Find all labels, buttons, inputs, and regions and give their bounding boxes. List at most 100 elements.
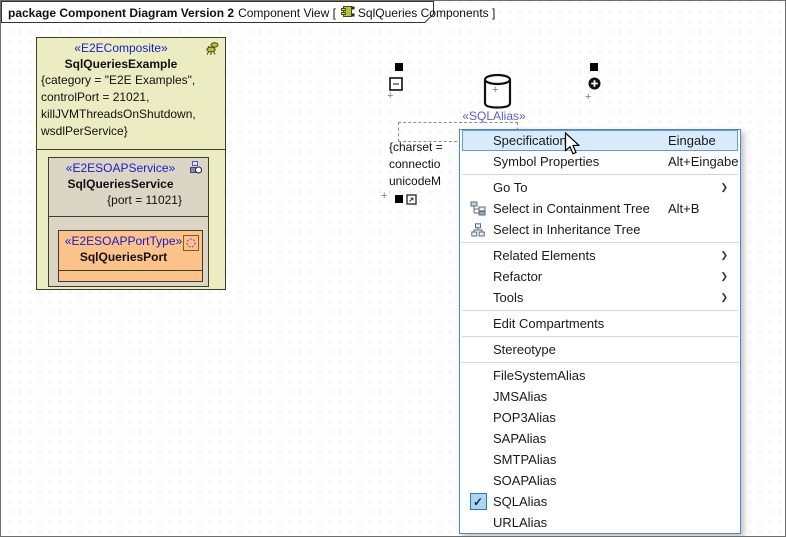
menu-item-gutter: ✓ [463, 429, 493, 448]
menu-item-label: Related Elements [493, 248, 596, 263]
sqlalias-stereotype: «SQLAlias» [448, 109, 540, 123]
menu-item-label: POP3Alias [493, 410, 556, 425]
menu-item-label: Specification [493, 133, 567, 148]
selection-handle[interactable] [395, 195, 403, 203]
menu-item-jmsalias[interactable]: ✓ JMSAlias ❯ [462, 386, 738, 407]
menu-item-tools[interactable]: ✓ Tools ❯ [462, 287, 738, 308]
menu-item-gutter: ✓ [463, 199, 493, 218]
menu-item-gutter: ✓ [463, 471, 493, 490]
menu-item-select-in-inheritance-tree[interactable]: ✓ Select in Inheritance Tree ❯ [462, 219, 738, 240]
menu-item-soapalias[interactable]: ✓ SOAPAlias ❯ [462, 470, 738, 491]
menu-item-label: SMTPAlias [493, 452, 556, 467]
sqlalias-properties: {charset = connectio unicodeM [389, 139, 443, 190]
port-type-icon [183, 235, 199, 256]
menu-item-label: SOAPAlias [493, 473, 556, 488]
component-diagram-icon [340, 4, 355, 22]
menu-item-select-in-containment-tree[interactable]: ✓ Select in Containment Tree Alt+B ❯ [462, 198, 738, 219]
menu-item-label: SAPAlias [493, 431, 546, 446]
menu-item-label: URLAlias [493, 515, 547, 530]
menu-item-gutter: ✓ [463, 492, 493, 511]
menu-item-gutter: ✓ [463, 450, 493, 469]
component-sqlqueriesport[interactable]: «E2ESOAPPortType» SqlQueriesPort [58, 230, 203, 282]
frame-package-label: package Component Diagram Version 2 [8, 6, 234, 20]
menu-item-gutter: ✓ [463, 513, 493, 532]
menu-item-gutter: ✓ [463, 246, 493, 265]
menu-item-label: Stereotype [493, 342, 556, 357]
submenu-arrow-icon: ❯ [720, 246, 728, 265]
composite-structure-icon [204, 41, 220, 62]
menu-item-symbol-properties[interactable]: ✓ Symbol Properties Alt+Eingabe ❯ [462, 151, 738, 172]
menu-item-label: Go To [493, 180, 527, 195]
menu-item-edit-compartments[interactable]: ✓ Edit Compartments ❯ [462, 313, 738, 334]
menu-item-gutter: ✓ [463, 152, 493, 171]
selection-handle[interactable] [395, 63, 403, 71]
menu-item-gutter: ✓ [463, 288, 493, 307]
submenu-arrow-icon: ❯ [720, 267, 728, 286]
menu-item-shortcut: Eingabe [668, 131, 716, 150]
mouse-cursor [564, 132, 582, 156]
menu-item-shortcut: Alt+B [668, 199, 699, 218]
compartment-divider [59, 270, 202, 271]
selection-marker: + [492, 85, 498, 96]
frame-diagram-name: SqlQueries Components [358, 6, 489, 20]
service-properties: {port = 11021} [49, 191, 208, 207]
menu-item-label: Tools [493, 290, 523, 305]
menu-item-label: Select in Containment Tree [493, 201, 650, 216]
sqlalias-properties-line: {charset = [389, 139, 443, 156]
sqlalias-properties-line: unicodeM [389, 173, 443, 190]
menu-item-gutter: ✓ [463, 408, 493, 427]
add-element-manipulator-icon[interactable] [588, 77, 601, 95]
menu-item-label: Edit Compartments [493, 316, 604, 331]
frame-bracket-close: ] [492, 6, 495, 20]
inheritance-tree-icon [471, 223, 485, 237]
port-type-name: SqlQueriesPort [59, 248, 202, 264]
composite-properties: {category = "E2E Examples", controlPort … [37, 71, 225, 141]
port-type-stereotype: «E2ESOAPPortType» [59, 231, 202, 248]
service-name: SqlQueriesService [49, 175, 208, 191]
context-menu: ✓ Specification Eingabe ❯ ✓ Symbol Prope… [459, 129, 741, 534]
menu-item-sapalias[interactable]: ✓ SAPAlias ❯ [462, 428, 738, 449]
menu-item-smtpalias[interactable]: ✓ SMTPAlias ❯ [462, 449, 738, 470]
menu-item-filesystemalias[interactable]: ✓ FileSystemAlias ❯ [462, 365, 738, 386]
menu-item-related-elements[interactable]: ✓ Related Elements ❯ [462, 245, 738, 266]
compartment-divider [37, 149, 225, 150]
menu-item-specification[interactable]: ✓ Specification Eingabe ❯ [462, 130, 738, 151]
menu-item-urlalias[interactable]: ✓ URLAlias ❯ [462, 512, 738, 533]
containment-tree-icon [470, 201, 486, 216]
menu-item-stereotype[interactable]: ✓ Stereotype ❯ [462, 339, 738, 360]
service-stereotype: «E2ESOAPService» [49, 158, 208, 175]
menu-item-label: JMSAlias [493, 389, 547, 404]
menu-item-label: FileSystemAlias [493, 368, 585, 383]
link-manipulator-icon[interactable] [406, 192, 417, 210]
menu-item-refactor[interactable]: ✓ Refactor ❯ [462, 266, 738, 287]
soap-service-icon [188, 160, 202, 180]
frame-title: package Component Diagram Version 2 Compo… [8, 4, 495, 22]
component-sqlqueriesexample[interactable]: «E2EComposite» SqlQueriesExample {catego… [36, 37, 226, 290]
menu-item-gutter: ✓ [463, 314, 493, 333]
diagram-frame-header[interactable]: package Component Diagram Version 2 Compo… [1, 1, 435, 24]
menu-item-label: Symbol Properties [493, 154, 599, 169]
compartments-manipulator-icon[interactable] [389, 77, 403, 96]
compartment-divider [49, 216, 208, 217]
frame-view-label: Component View [ [238, 6, 336, 20]
menu-item-gutter: ✓ [463, 267, 493, 286]
diagram-canvas[interactable]: package Component Diagram Version 2 Compo… [0, 0, 786, 537]
composite-name: SqlQueriesExample [37, 55, 225, 71]
component-sqlqueriesservice[interactable]: «E2ESOAPService» SqlQueriesService {port… [48, 157, 209, 287]
menu-item-label: Select in Inheritance Tree [493, 222, 640, 237]
menu-item-gutter: ✓ [463, 366, 493, 385]
menu-item-go-to[interactable]: ✓ Go To ❯ [462, 177, 738, 198]
selection-handle[interactable] [590, 63, 598, 71]
menu-item-label: Refactor [493, 269, 542, 284]
selection-marker: + [381, 191, 387, 202]
menu-item-sqlalias[interactable]: ✓ SQLAlias ❯ [462, 491, 738, 512]
menu-item-gutter: ✓ [463, 340, 493, 359]
menu-item-gutter: ✓ [463, 178, 493, 197]
submenu-arrow-icon: ❯ [720, 178, 728, 197]
menu-item-gutter: ✓ [463, 220, 493, 239]
composite-stereotype: «E2EComposite» [37, 38, 225, 55]
sqlalias-properties-line: connectio [389, 156, 443, 173]
menu-item-pop3alias[interactable]: ✓ POP3Alias ❯ [462, 407, 738, 428]
menu-item-gutter: ✓ [463, 387, 493, 406]
checkmark-icon: ✓ [470, 493, 487, 510]
